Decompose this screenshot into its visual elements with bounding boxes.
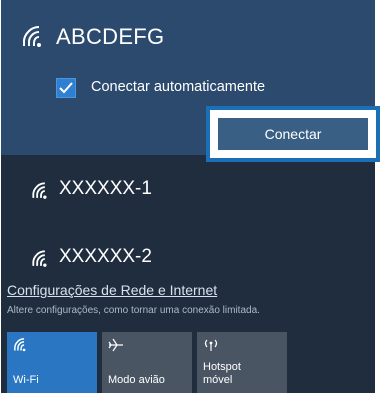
quick-action-label: Wi-Fi: [13, 374, 39, 386]
network-settings-link[interactable]: Configurações de Rede e Internet: [7, 282, 217, 298]
connect-button[interactable]: Conectar: [218, 118, 368, 150]
auto-connect-label: Conectar automaticamente: [91, 79, 266, 95]
network-flyout: ABCDEFG Conectar automaticamente XXXXXX-…: [1, 0, 375, 393]
selected-network-name: ABCDEFG: [56, 24, 165, 49]
auto-connect-checkbox[interactable]: [56, 78, 76, 98]
network-name: XXXXXX-2: [59, 246, 152, 267]
quick-action-wifi[interactable]: Wi-Fi: [7, 332, 97, 393]
hotspot-icon: [204, 339, 218, 351]
network-item[interactable]: XXXXXX-1: [1, 168, 375, 218]
network-item[interactable]: XXXXXX-2: [1, 236, 375, 286]
network-name: XXXXXX-1: [59, 178, 152, 199]
checkmark-icon: [59, 82, 73, 94]
quick-action-airplane-mode[interactable]: Modo avião: [102, 332, 192, 393]
wifi-icon: [14, 338, 26, 352]
wifi-signal-icon: [32, 182, 47, 199]
connect-highlight-frame: Conectar: [206, 106, 380, 162]
quick-action-label: Hotspot móvel: [203, 361, 241, 386]
wifi-signal-icon: [23, 26, 41, 47]
airplane-icon: [108, 338, 123, 352]
quick-action-mobile-hotspot[interactable]: Hotspot móvel: [197, 332, 287, 393]
quick-action-label: Modo avião: [108, 374, 165, 386]
wifi-signal-icon: [32, 250, 47, 267]
network-settings-description: Altere configurações, como tornar uma co…: [7, 305, 260, 316]
